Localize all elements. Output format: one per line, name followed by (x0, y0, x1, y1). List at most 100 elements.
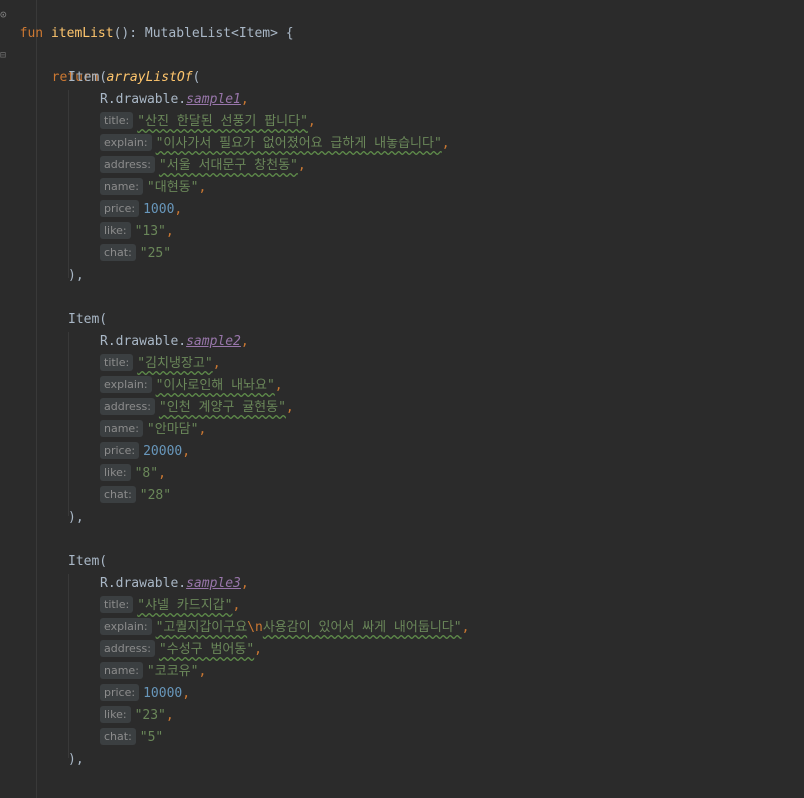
param-hint-chat: chat: (100, 728, 136, 745)
escape-sequence: \n (247, 620, 263, 635)
item-price-line[interactable]: price: 1000, (100, 199, 182, 221)
comma: , (165, 708, 174, 723)
item-chat-line[interactable]: chat: "25" (100, 243, 171, 265)
return-type: MutableList<Item> (144, 26, 278, 41)
address-value: "서울 서대문구 창천동" (158, 158, 298, 173)
param-hint-title: title: (100, 596, 134, 613)
item-image-line[interactable]: R.drawable.sample2, (100, 331, 249, 353)
function-name: itemList (50, 26, 114, 41)
title-value: "산진 한달된 선풍기 팝니다" (137, 114, 308, 129)
comma: , (274, 378, 283, 393)
item-price-line[interactable]: price: 20000, (100, 441, 190, 463)
comma: , (198, 664, 207, 679)
item-close[interactable]: ), (68, 749, 84, 771)
item-name-line[interactable]: name: "코코유", (100, 661, 206, 683)
param-hint-price: price: (100, 200, 140, 217)
close-paren: ), (68, 752, 84, 767)
param-hint-like: like: (100, 222, 131, 239)
item-explain-line[interactable]: explain: "고퀄지갑이구요\n사용감이 있어서 싸게 내어둡니다", (100, 617, 469, 639)
item-title-line[interactable]: title: "산진 한달된 선풍기 팝니다", (100, 111, 316, 133)
param-hint-address: address: (100, 156, 155, 173)
comma: , (212, 356, 221, 371)
param-hint-explain: explain: (100, 618, 152, 635)
close-paren: ), (68, 268, 84, 283)
item-address-line[interactable]: address: "서울 서대문구 창천동", (100, 155, 306, 177)
param-hint-title: title: (100, 354, 134, 371)
address-value: "인천 계양구 귤현동" (158, 400, 286, 415)
item-name-line[interactable]: name: "안마담", (100, 419, 206, 441)
item-ctor[interactable]: Item( (68, 551, 107, 573)
keyword-fun: fun (19, 26, 44, 41)
item-like-line[interactable]: like: "13", (100, 221, 174, 243)
item-constructor: Item( (68, 554, 108, 569)
item-ctor[interactable]: Item( (68, 67, 107, 89)
comma: , (240, 334, 249, 349)
address-value: "수성구 범어동" (158, 642, 255, 657)
comma: , (182, 444, 191, 459)
fold-icon[interactable]: ⊟ (0, 45, 6, 67)
item-close[interactable]: ), (68, 265, 84, 287)
param-hint-explain: explain: (100, 376, 152, 393)
indent-guide (68, 332, 69, 516)
price-value: 1000 (143, 202, 175, 217)
comma: , (198, 422, 207, 437)
like-value: "8" (134, 466, 159, 481)
item-chat-line[interactable]: chat: "5" (100, 727, 163, 749)
name-value: "안마담" (146, 422, 199, 437)
param-hint-explain: explain: (100, 134, 152, 151)
explain-value-part2: 사용감이 있어서 싸게 내어둡니다" (262, 620, 462, 635)
call-arraylistof: arrayListOf (106, 70, 193, 85)
resource-name: sample3 (186, 576, 241, 591)
item-title-line[interactable]: title: "김치냉장고", (100, 353, 221, 375)
item-chat-line[interactable]: chat: "28" (100, 485, 171, 507)
item-image-line[interactable]: R.drawable.sample3, (100, 573, 249, 595)
comma: , (174, 202, 183, 217)
item-explain-line[interactable]: explain: "이사가서 필요가 없어졌어요 급하게 내놓습니다", (100, 133, 450, 155)
comma: , (232, 598, 241, 613)
comma: , (240, 92, 249, 107)
comma: , (297, 158, 306, 173)
item-address-line[interactable]: address: "인천 계양구 귤현동", (100, 397, 294, 419)
explain-value-part1: "고퀄지갑이구요 (155, 620, 248, 635)
comma: , (461, 620, 470, 635)
title-value: "김치냉장고" (137, 356, 213, 371)
item-explain-line[interactable]: explain: "이사로인해 내놔요", (100, 375, 283, 397)
item-image-line[interactable]: R.drawable.sample1, (100, 89, 249, 111)
param-hint-name: name: (100, 662, 143, 679)
item-like-line[interactable]: like: "23", (100, 705, 174, 727)
param-hint-like: like: (100, 464, 131, 481)
like-value: "13" (134, 224, 166, 239)
price-value: 10000 (143, 686, 183, 701)
param-hint-chat: chat: (100, 244, 136, 261)
item-name-line[interactable]: name: "대현동", (100, 177, 206, 199)
item-like-line[interactable]: like: "8", (100, 463, 166, 485)
close-paren: ), (68, 510, 84, 525)
param-hint-title: title: (100, 112, 134, 129)
explain-value: "이사가서 필요가 없어졌어요 급하게 내놓습니다" (155, 136, 442, 151)
like-value: "23" (134, 708, 166, 723)
param-hint-name: name: (100, 420, 143, 437)
param-hint-price: price: (100, 684, 140, 701)
item-address-line[interactable]: address: "수성구 범어동", (100, 639, 262, 661)
code-line-signature[interactable]: ⊙ fun itemList(): MutableList<Item> { (0, 1, 294, 41)
override-icon: ⊙ (0, 8, 7, 21)
item-price-line[interactable]: price: 10000, (100, 683, 190, 705)
chat-value: "28" (139, 488, 172, 503)
indent-guide (36, 0, 37, 798)
explain-value: "이사로인해 내놔요" (155, 378, 275, 393)
comma: , (254, 642, 262, 657)
chat-value: "25" (139, 246, 172, 261)
function-parens: (): (113, 26, 138, 41)
comma: , (307, 114, 316, 129)
item-title-line[interactable]: title: "샤넬 카드지갑", (100, 595, 240, 617)
code-line-return[interactable]: ⊟ return arrayListOf( (0, 45, 200, 85)
open-brace: { (285, 26, 294, 41)
item-close[interactable]: ), (68, 507, 84, 529)
resource-prefix: R.drawable. (100, 576, 187, 591)
param-hint-like: like: (100, 706, 131, 723)
item-ctor[interactable]: Item( (68, 309, 107, 331)
param-hint-name: name: (100, 178, 143, 195)
item-constructor: Item( (68, 70, 108, 85)
param-hint-chat: chat: (100, 486, 136, 503)
comma: , (441, 136, 450, 151)
